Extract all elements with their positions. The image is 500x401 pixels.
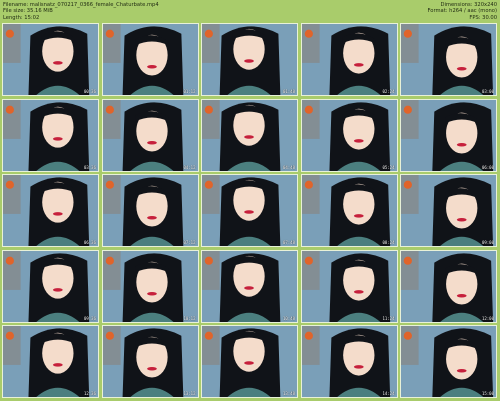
webcam-frame-image	[102, 326, 198, 397]
webcam-frame-image	[301, 250, 397, 322]
thumbnail-timestamp: 04:48	[282, 164, 295, 170]
thumbnail-timestamp: 13:48	[282, 391, 295, 396]
thumbnail-frame[interactable]: 06:36	[2, 174, 99, 247]
thumbnail-frame[interactable]: 01:48	[201, 23, 298, 96]
thumbnail-frame[interactable]: 12:36	[2, 325, 99, 398]
thumbnail-timestamp: 09:00	[481, 240, 494, 245]
thumbnail-timestamp: 02:24	[382, 89, 395, 94]
thumbnail-timestamp: 14:24	[382, 391, 395, 396]
thumbnail-timestamp: 13:12	[183, 391, 196, 396]
thumbnail-timestamp: 07:12	[183, 240, 196, 245]
thumbnail-frame[interactable]: 11:24	[300, 249, 398, 323]
webcam-frame-image	[401, 326, 496, 397]
webcam-frame-image	[3, 326, 98, 397]
thumbnail-frame[interactable]: 04:48	[201, 98, 298, 172]
thumbnail-timestamp: 01:12	[183, 89, 196, 94]
thumbnail-timestamp: 12:36	[83, 391, 96, 396]
thumbnail-timestamp: 04:12	[183, 164, 196, 170]
webcam-frame-image	[401, 24, 496, 95]
thumbnail-frame[interactable]: 01:12	[101, 23, 199, 96]
thumbnail-timestamp: 07:48	[282, 240, 295, 245]
thumbnail-frame[interactable]: 07:48	[201, 174, 298, 247]
webcam-frame-image	[202, 24, 297, 95]
webcam-frame-image	[3, 175, 98, 246]
thumbnail-frame[interactable]: 14:24	[300, 325, 398, 398]
thumbnail-frame[interactable]: 13:12	[101, 325, 199, 398]
thumbnail-timestamp: 08:24	[382, 240, 395, 245]
thumbnail-timestamp: 10:48	[282, 315, 295, 321]
thumbnail-frame[interactable]: 03:00	[400, 23, 497, 96]
thumbnail-grid: 00:36 01:12 01:48 02:24 03:00 03:36 04:12 04:48…	[2, 23, 498, 399]
thumbnail-timestamp: 15:00	[481, 391, 494, 396]
file-info-right: Dimensions: 320x240 Format: h264 / aac (…	[427, 2, 497, 21]
thumbnail-frame[interactable]: 06:00	[400, 98, 497, 172]
webcam-frame-image	[202, 250, 297, 322]
webcam-frame-image	[3, 99, 98, 171]
webcam-frame-image	[401, 99, 496, 171]
webcam-frame-image	[102, 250, 198, 322]
webcam-frame-image	[3, 250, 98, 322]
thumbnail-timestamp: 11:24	[382, 315, 395, 321]
webcam-frame-image	[301, 24, 397, 95]
fps-label: FPS: 30.00	[469, 14, 497, 21]
thumbnail-timestamp: 06:36	[83, 240, 96, 245]
thumbnail-frame[interactable]: 02:24	[300, 23, 398, 96]
webcam-frame-image	[401, 175, 496, 246]
thumbnail-frame[interactable]: 09:00	[400, 174, 497, 247]
thumbnail-timestamp: 09:36	[83, 315, 96, 321]
webcam-frame-image	[301, 175, 397, 246]
webcam-frame-image	[102, 175, 198, 246]
thumbnail-timestamp: 03:00	[481, 89, 494, 94]
thumbnail-frame[interactable]: 00:36	[2, 23, 99, 96]
thumbnail-frame[interactable]: 09:36	[2, 249, 99, 323]
thumbnail-timestamp: 00:36	[83, 89, 96, 94]
format-label: Format: h264 / aac (mono)	[427, 8, 497, 15]
thumbnail-frame[interactable]: 15:00	[400, 325, 497, 398]
webcam-frame-image	[301, 326, 397, 397]
video-info-header: Filename: malisnatz_070217_0366_female_C…	[0, 0, 500, 22]
thumbnail-frame[interactable]: 10:12	[101, 249, 199, 323]
thumbnail-frame[interactable]: 10:48	[201, 249, 298, 323]
thumbnail-timestamp: 01:48	[282, 89, 295, 94]
thumbnail-frame[interactable]: 04:12	[101, 98, 199, 172]
file-info-left: Filename: malisnatz_070217_0366_female_C…	[3, 2, 159, 21]
thumbnail-frame[interactable]: 07:12	[101, 174, 199, 247]
webcam-frame-image	[102, 99, 198, 171]
webcam-frame-image	[102, 24, 198, 95]
thumbnail-timestamp: 05:24	[382, 164, 395, 170]
webcam-frame-image	[202, 326, 297, 397]
thumbnail-frame[interactable]: 13:48	[201, 325, 298, 398]
webcam-frame-image	[3, 24, 98, 95]
thumbnail-frame[interactable]: 03:36	[2, 98, 99, 172]
thumbnail-frame[interactable]: 12:00	[400, 249, 497, 323]
webcam-frame-image	[202, 99, 297, 171]
thumbnail-timestamp: 12:00	[481, 315, 494, 321]
thumbnail-frame[interactable]: 05:24	[300, 98, 398, 172]
webcam-frame-image	[301, 99, 397, 171]
thumbnail-frame[interactable]: 08:24	[300, 174, 398, 247]
thumbnail-timestamp: 06:00	[481, 164, 494, 170]
webcam-frame-image	[401, 250, 496, 322]
length-label: Length: 15:02	[3, 14, 40, 21]
thumbnail-timestamp: 03:36	[83, 164, 96, 170]
webcam-frame-image	[202, 175, 297, 246]
thumbnail-timestamp: 10:12	[183, 315, 196, 321]
